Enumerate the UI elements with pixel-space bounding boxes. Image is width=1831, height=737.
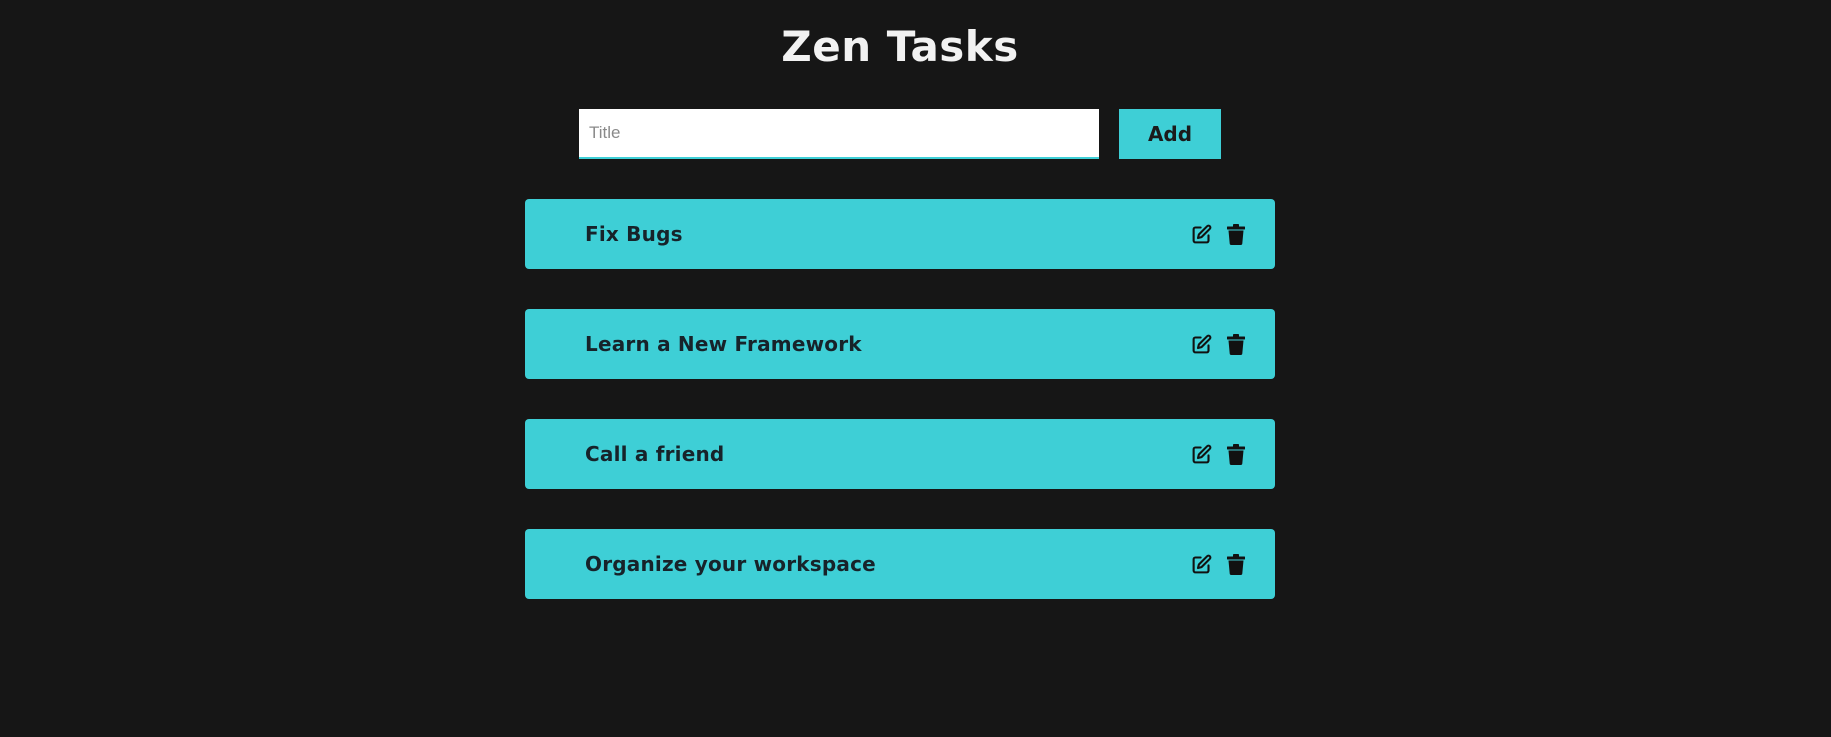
task-actions <box>1190 223 1247 245</box>
task-item: Fix Bugs <box>525 199 1275 269</box>
task-item: Organize your workspace <box>525 529 1275 599</box>
task-title: Call a friend <box>585 442 725 466</box>
trash-icon[interactable] <box>1225 443 1247 465</box>
edit-icon[interactable] <box>1190 333 1212 355</box>
edit-icon[interactable] <box>1190 223 1212 245</box>
task-title: Fix Bugs <box>585 222 683 246</box>
edit-icon[interactable] <box>1190 553 1212 575</box>
trash-icon[interactable] <box>1225 553 1247 575</box>
task-actions <box>1190 333 1247 355</box>
add-task-form: Add <box>579 109 1221 159</box>
task-item: Learn a New Framework <box>525 309 1275 379</box>
task-actions <box>1190 553 1247 575</box>
app-title: Zen Tasks <box>781 22 1019 71</box>
task-title: Learn a New Framework <box>585 332 862 356</box>
add-button[interactable]: Add <box>1119 109 1221 159</box>
task-list: Fix Bugs Learn a New Framework Call a fr… <box>525 199 1275 639</box>
title-input[interactable] <box>579 109 1099 159</box>
task-actions <box>1190 443 1247 465</box>
trash-icon[interactable] <box>1225 223 1247 245</box>
edit-icon[interactable] <box>1190 443 1212 465</box>
task-item: Call a friend <box>525 419 1275 489</box>
task-title: Organize your workspace <box>585 552 876 576</box>
trash-icon[interactable] <box>1225 333 1247 355</box>
